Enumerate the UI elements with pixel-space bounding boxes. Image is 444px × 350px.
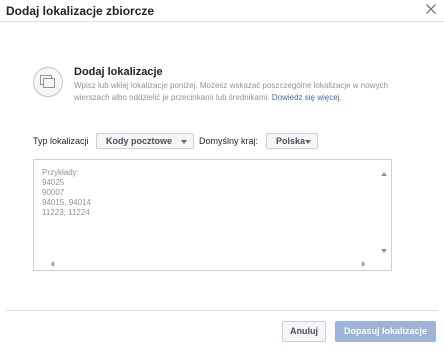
apply-locations-button[interactable]: Dopasuj lokalizacje — [335, 321, 436, 342]
close-icon — [426, 4, 436, 14]
default-country-label: Domyślny kraj: — [199, 136, 259, 146]
intro-description: Wpisz lub wklej lokalizacje poniżej. Moż… — [74, 80, 396, 103]
locations-textarea[interactable]: Przykłady: 94025 90007 94015, 94014 1122… — [33, 159, 392, 271]
default-country-value: Polska — [276, 136, 306, 146]
chevron-down-icon — [305, 140, 311, 144]
footer-divider — [6, 310, 438, 311]
scroll-down-icon[interactable] — [381, 249, 387, 253]
default-country-dropdown[interactable]: Polska — [266, 133, 318, 149]
scroll-right-icon[interactable] — [362, 261, 365, 267]
cancel-button[interactable]: Anuluj — [282, 321, 326, 342]
bulk-locations-icon — [33, 67, 63, 97]
dialog-title: Dodaj lokalizacje zbiorcze — [6, 4, 155, 18]
vertical-scrollbar[interactable] — [378, 161, 390, 259]
location-type-value: Kody pocztowe — [106, 136, 173, 146]
location-type-dropdown[interactable]: Kody pocztowe — [96, 133, 194, 149]
scroll-left-icon[interactable] — [51, 261, 54, 267]
learn-more-link[interactable]: Dowiedz się więcej. — [272, 93, 342, 102]
scroll-up-icon[interactable] — [381, 172, 387, 176]
location-type-label: Typ lokalizacji — [33, 136, 89, 146]
textarea-placeholder: Przykłady: 94025 90007 94015, 94014 1122… — [42, 168, 91, 217]
chevron-down-icon — [181, 140, 187, 144]
close-button[interactable] — [421, 1, 441, 19]
horizontal-scrollbar[interactable] — [35, 258, 378, 269]
dialog-header: Dodaj lokalizacje zbiorcze — [0, 0, 444, 22]
intro-title: Dodaj lokalizacje — [74, 66, 163, 78]
